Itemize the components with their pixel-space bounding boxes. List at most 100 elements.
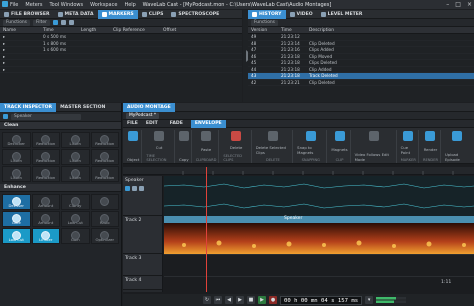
track-header-3[interactable]: Track 3 [123, 254, 162, 276]
filter-button[interactable]: Filter [32, 19, 50, 26]
minimize-icon[interactable]: – [446, 1, 449, 8]
track-3-lane[interactable] [164, 254, 474, 276]
knob-gate[interactable]: Gate [2, 211, 31, 227]
ribbon-upload[interactable]: Upload Episode [443, 130, 472, 163]
menu-meters[interactable]: Meters [25, 2, 42, 8]
tab-spectroscope[interactable]: SPECTROSCOPE [167, 10, 223, 19]
knob-declicker[interactable]: Declicker [2, 132, 31, 148]
ribbon-tab-envelope[interactable]: ENVELOPE [190, 119, 226, 128]
col-time[interactable]: Time [40, 28, 78, 33]
section-enhance-header[interactable]: Enhance [0, 184, 121, 192]
menu-tool-windows[interactable]: Tool Windows [49, 2, 83, 8]
solo-icon[interactable] [132, 186, 137, 191]
knob-listen[interactable]: Listen [61, 132, 90, 148]
knob-amount[interactable]: Amount [31, 194, 60, 210]
tab-video[interactable]: VIDEO [286, 10, 317, 19]
marker-type-icon[interactable] [68, 20, 74, 25]
tab-track-inspector[interactable]: TRACK INSPECTOR [0, 102, 57, 112]
knob-deesser[interactable]: DeEsser [2, 194, 31, 210]
table-row[interactable]: ▸ [0, 67, 242, 73]
knob-low-cut[interactable]: Low Cut [61, 211, 90, 227]
loop-icon[interactable]: ↻ [203, 296, 211, 304]
knob-reduction[interactable]: Reduction [90, 149, 119, 165]
track-header-4[interactable]: Track 4 [123, 276, 162, 290]
stop-icon[interactable]: ■ [247, 296, 255, 304]
ribbon-copy[interactable]: Copy [177, 130, 192, 163]
speaker-track-lane[interactable] [163, 176, 474, 216]
ribbon-tab-edit[interactable]: EDIT [142, 120, 162, 128]
ribbon-paste[interactable]: Paste CLIPBOARD [194, 130, 220, 163]
tab-master-section[interactable]: MASTER SECTION [56, 103, 109, 112]
knob-reduction[interactable]: Reduction [31, 166, 60, 182]
knob-listen[interactable]: Listen [61, 166, 90, 182]
ribbon-tab-file[interactable]: FILE [123, 120, 142, 128]
col-name[interactable]: Name [0, 28, 40, 33]
functions-button[interactable]: Functions [3, 19, 30, 26]
rewind-icon[interactable]: ⏮ [214, 296, 222, 304]
tab-meta-data[interactable]: META DATA [54, 10, 98, 19]
tab-history[interactable]: HISTORY [248, 9, 286, 19]
menu-file[interactable]: File [10, 2, 18, 8]
knob-listen[interactable]: Listen [2, 166, 31, 182]
knob-ratio[interactable]: Ratio [90, 211, 119, 227]
col-offset[interactable]: Offset [160, 28, 200, 33]
knob-low-cut-toggle[interactable]: Low Cut [2, 228, 31, 244]
ribbon-delete[interactable]: Delete SELECTED CLIPS [221, 130, 252, 163]
tab-clips[interactable]: CLIPS [138, 10, 168, 19]
ribbon-cue-point[interactable]: Cue Point MARKER [399, 130, 419, 163]
ribbon-snap[interactable]: Snap to Magnets SNAPPING [295, 130, 328, 163]
col-clip-reference[interactable]: Clip Reference [110, 28, 160, 33]
add-marker-icon[interactable] [52, 20, 58, 25]
ribbon-render[interactable]: Render RENDER [421, 130, 441, 163]
ribbon-cut[interactable]: Cut TIME SELECTION [144, 130, 175, 163]
track-name-field[interactable]: Speaker [11, 113, 81, 120]
knob-optimizer[interactable]: Optimizer [90, 228, 119, 244]
tab-audio-montage[interactable]: AUDIO MONTAGE [123, 102, 175, 112]
table-row[interactable]: 42 21:23:21 Clip Deleted [248, 80, 474, 86]
lock-icon[interactable] [139, 186, 144, 191]
close-icon[interactable]: × [467, 1, 472, 8]
play-icon[interactable]: ▶ [258, 296, 266, 304]
marker-type-icon[interactable] [60, 20, 66, 25]
ribbon-video-follows[interactable]: Video Follows Edit Mode [353, 130, 397, 163]
track-2-clip[interactable]: Speaker [164, 216, 474, 254]
ribbon-delete-selected[interactable]: Delete Selected Clips DELETE [254, 130, 294, 163]
knob-amount[interactable]: Amount [31, 211, 60, 227]
time-readout[interactable]: 00 h 00 mn 04 s 157 ms [280, 295, 363, 305]
knob-reduction[interactable]: Reduction [90, 166, 119, 182]
knob-reduction[interactable]: Reduction [31, 132, 60, 148]
record-icon[interactable]: ● [269, 296, 277, 304]
back-icon[interactable]: ◀ [225, 296, 233, 304]
track-header-speaker[interactable]: Speaker [123, 176, 162, 216]
time-format-icon[interactable]: ▾ [365, 296, 374, 304]
menu-workspace[interactable]: Workspace [90, 2, 117, 8]
knob-gain[interactable]: Gain [61, 228, 90, 244]
functions-button[interactable]: Functions [251, 19, 278, 26]
tab-level-meter[interactable]: LEVEL METER [317, 10, 367, 19]
ribbon-magnets[interactable]: Magnets CLIP [329, 130, 351, 163]
knob-clarity[interactable]: Clarity [61, 194, 90, 210]
forward-icon[interactable]: ▶ [236, 296, 244, 304]
col-version[interactable]: Version [248, 28, 278, 33]
knob-listen[interactable]: Listen [2, 149, 31, 165]
timeline-ruler[interactable] [123, 167, 474, 175]
inspector-track-selector[interactable]: Speaker [0, 112, 121, 122]
knob-reduction[interactable]: Reduction [31, 149, 60, 165]
tab-file-browser[interactable]: FILE BROWSER [0, 10, 54, 19]
track-header-2[interactable]: Track 2 [123, 216, 162, 254]
menu-help[interactable]: Help [124, 2, 135, 8]
knob-reduction[interactable]: Reduction [90, 132, 119, 148]
tab-markers[interactable]: MARKERS [97, 9, 138, 19]
col-description[interactable]: Description [306, 28, 386, 33]
col-time[interactable]: Time [278, 28, 306, 33]
maximize-icon[interactable]: □ [455, 1, 461, 8]
ribbon-object[interactable]: Object [125, 130, 143, 163]
knob-limiter[interactable]: Limiter [31, 228, 60, 244]
track-4-lane[interactable] [164, 276, 474, 292]
playhead[interactable] [206, 167, 207, 292]
knob-listen[interactable]: Listen [61, 149, 90, 165]
knob-empty[interactable] [90, 194, 119, 210]
section-clean-header[interactable]: Clean [0, 122, 121, 130]
mute-icon[interactable] [125, 186, 130, 191]
ribbon-tab-fade[interactable]: FADE [162, 120, 191, 128]
